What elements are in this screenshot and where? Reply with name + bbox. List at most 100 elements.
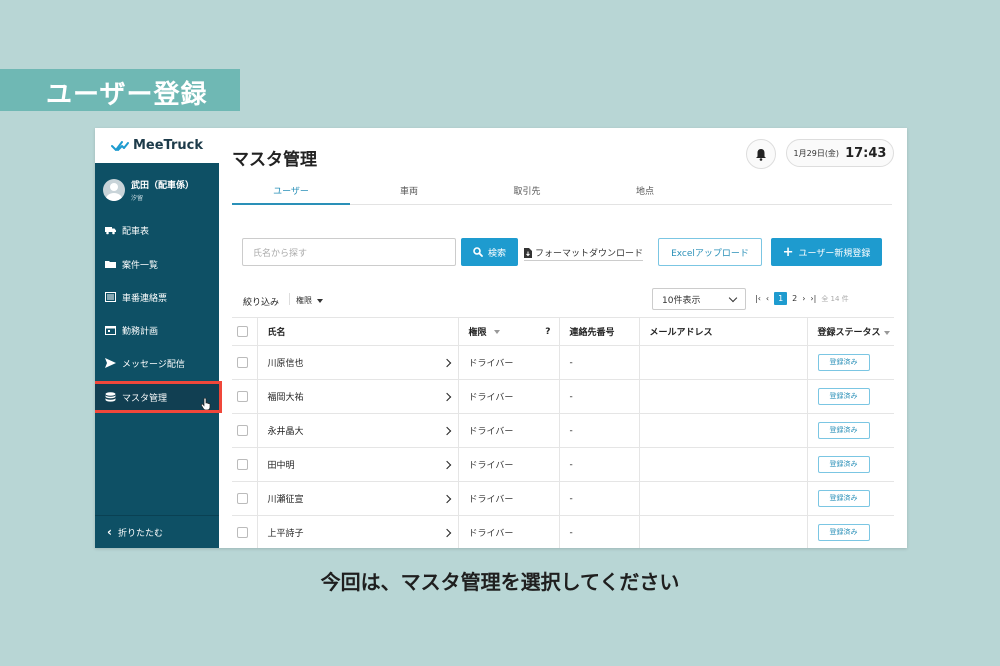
chevron-right-icon[interactable] [442, 426, 451, 435]
sidebar-item-work-plan[interactable]: 勤務計画 [105, 320, 215, 340]
divider [289, 293, 290, 305]
status-badge: 登録済み [817, 524, 870, 541]
database-icon [105, 392, 116, 402]
page-current[interactable]: 1 [774, 292, 788, 305]
sidebar-item-dispatch[interactable]: 配車表 [105, 220, 215, 240]
sidebar-item-message[interactable]: メッセージ配信 [105, 353, 215, 373]
pagination: |‹ ‹ 1 2 › ›| 全 14 件 [755, 292, 849, 305]
format-download-link[interactable]: フォーマットダウンロード [524, 246, 644, 261]
chevron-right-icon[interactable] [442, 528, 451, 537]
tab-clients[interactable]: 取引先 [468, 184, 586, 197]
table-row[interactable]: 永井晶大 ドライバー - 登録済み [232, 413, 894, 448]
tel-cell: - [559, 515, 640, 548]
sidebar-item-label: マスタ管理 [122, 393, 168, 404]
table-row[interactable]: 上平詩子 ドライバー - 登録済み [232, 515, 894, 548]
file-download-icon [524, 247, 532, 258]
prev-page-icon[interactable]: ‹ [766, 294, 769, 303]
logo-text: MeeTruck [132, 138, 204, 153]
logo[interactable]: MeeTruck [95, 128, 219, 163]
tab-locations[interactable]: 地点 [586, 184, 704, 197]
row-checkbox[interactable] [237, 391, 248, 402]
select-all-checkbox[interactable] [237, 326, 248, 337]
sidebar-item-label: 配車表 [122, 226, 150, 237]
status-badge: 登録済み [817, 422, 870, 439]
sidebar-item-label: メッセージ配信 [122, 359, 185, 370]
sidebar-item-label: 車番連絡票 [122, 293, 168, 304]
chevron-right-icon[interactable] [442, 494, 451, 503]
last-page-icon[interactable]: ›| [810, 294, 816, 303]
table-row[interactable]: 田中明 ドライバー - 登録済み [232, 447, 894, 482]
sidebar-item-vehicle-notice[interactable]: 車番連絡票 [105, 287, 215, 307]
role-cell: ドライバー [458, 379, 560, 414]
row-checkbox[interactable] [237, 357, 248, 368]
column-header-role[interactable]: 権限 ? [458, 317, 560, 346]
table-row[interactable]: 川原信也 ドライバー - 登録済み [232, 345, 894, 380]
date-text: 1月29日(金) [793, 148, 840, 158]
sort-caret-icon [493, 329, 500, 334]
first-page-icon[interactable]: |‹ [755, 294, 761, 303]
user-name-cell: 田中明 [267, 461, 295, 471]
table-header: 氏名 権限 ? 連絡先番号 メールアドレス 登録ステータス [232, 317, 894, 346]
search-button[interactable]: 検索 [461, 238, 518, 266]
next-page-icon[interactable]: › [802, 294, 805, 303]
folder-icon [105, 259, 116, 269]
column-header-mail: メールアドレス [639, 317, 808, 346]
logo-check-icon [110, 140, 129, 151]
send-icon [105, 358, 116, 368]
user-name-cell: 川瀬征宣 [267, 495, 304, 505]
chevron-down-icon [728, 293, 738, 302]
avatar [103, 179, 125, 201]
filter-label: 絞り込み [243, 298, 280, 308]
tab-users[interactable]: ユーザー [232, 184, 350, 197]
role-cell: ドライバー [458, 447, 560, 482]
column-header-name: 氏名 [257, 317, 459, 346]
tab-bar: ユーザー 車両 取引先 地点 [232, 180, 892, 205]
bell-icon [756, 148, 766, 161]
total-count: 全 14 件 [821, 294, 849, 303]
per-page-select[interactable]: 10件表示 [652, 288, 746, 310]
row-checkbox[interactable] [237, 459, 248, 470]
mail-cell [639, 379, 808, 414]
banner-title: ユーザー登録 [46, 80, 208, 110]
time-text: 17:43 [845, 145, 887, 161]
page-title: マスタ管理 [232, 150, 317, 170]
page-number[interactable]: 2 [792, 294, 797, 303]
role-cell: ドライバー [458, 515, 560, 548]
row-checkbox[interactable] [237, 425, 248, 436]
tab-vehicles[interactable]: 車両 [350, 184, 468, 197]
role-cell: ドライバー [458, 413, 560, 448]
help-icon[interactable]: ? [545, 327, 550, 337]
status-badge: 登録済み [817, 490, 870, 507]
column-header-status[interactable]: 登録ステータス [807, 317, 894, 346]
role-filter-select[interactable]: 権限 [296, 295, 323, 306]
user-name: 武田（配車係） [131, 181, 195, 191]
mail-cell [639, 515, 808, 548]
sidebar: MeeTruck 武田（配車係） 汐留 配車表 案件一覧 車番連絡票 勤務計画 [95, 128, 222, 548]
notification-button[interactable] [746, 139, 776, 169]
mail-cell [639, 447, 808, 482]
user-location: 汐留 [131, 195, 144, 202]
tel-cell: - [559, 481, 640, 516]
mail-cell [639, 413, 808, 448]
user-profile[interactable]: 武田（配車係） 汐留 [103, 178, 194, 202]
chevron-right-icon[interactable] [442, 358, 451, 367]
excel-upload-button[interactable]: Excelアップロード [658, 238, 762, 266]
table-row[interactable]: 川瀬征宣 ドライバー - 登録済み [232, 481, 894, 516]
chevron-right-icon[interactable] [442, 460, 451, 469]
collapse-button[interactable]: ‹ 折りたたむ [95, 515, 219, 548]
sidebar-item-label: 勤務計画 [122, 326, 159, 337]
row-checkbox[interactable] [237, 527, 248, 538]
user-table: 氏名 権限 ? 連絡先番号 メールアドレス 登録ステータス 川原信也 ドライバー… [232, 317, 894, 548]
chevron-right-icon[interactable] [442, 392, 451, 401]
table-row[interactable]: 福岡大祐 ドライバー - 登録済み [232, 379, 894, 414]
sidebar-item-cases[interactable]: 案件一覧 [105, 254, 215, 274]
truck-icon [105, 225, 116, 235]
row-checkbox[interactable] [237, 493, 248, 504]
datetime-display: 1月29日(金) 17:43 [786, 139, 894, 167]
instruction-caption: 今回は、マスタ管理を選択してください [320, 570, 680, 594]
add-user-button[interactable]: + ユーザー新規登録 [771, 238, 882, 266]
chevron-left-icon: ‹ [107, 525, 112, 539]
search-input[interactable]: 氏名から探す [242, 238, 456, 266]
sidebar-item-master[interactable]: マスタ管理 [105, 387, 215, 407]
app-window: MeeTruck 武田（配車係） 汐留 配車表 案件一覧 車番連絡票 勤務計画 [95, 128, 907, 548]
